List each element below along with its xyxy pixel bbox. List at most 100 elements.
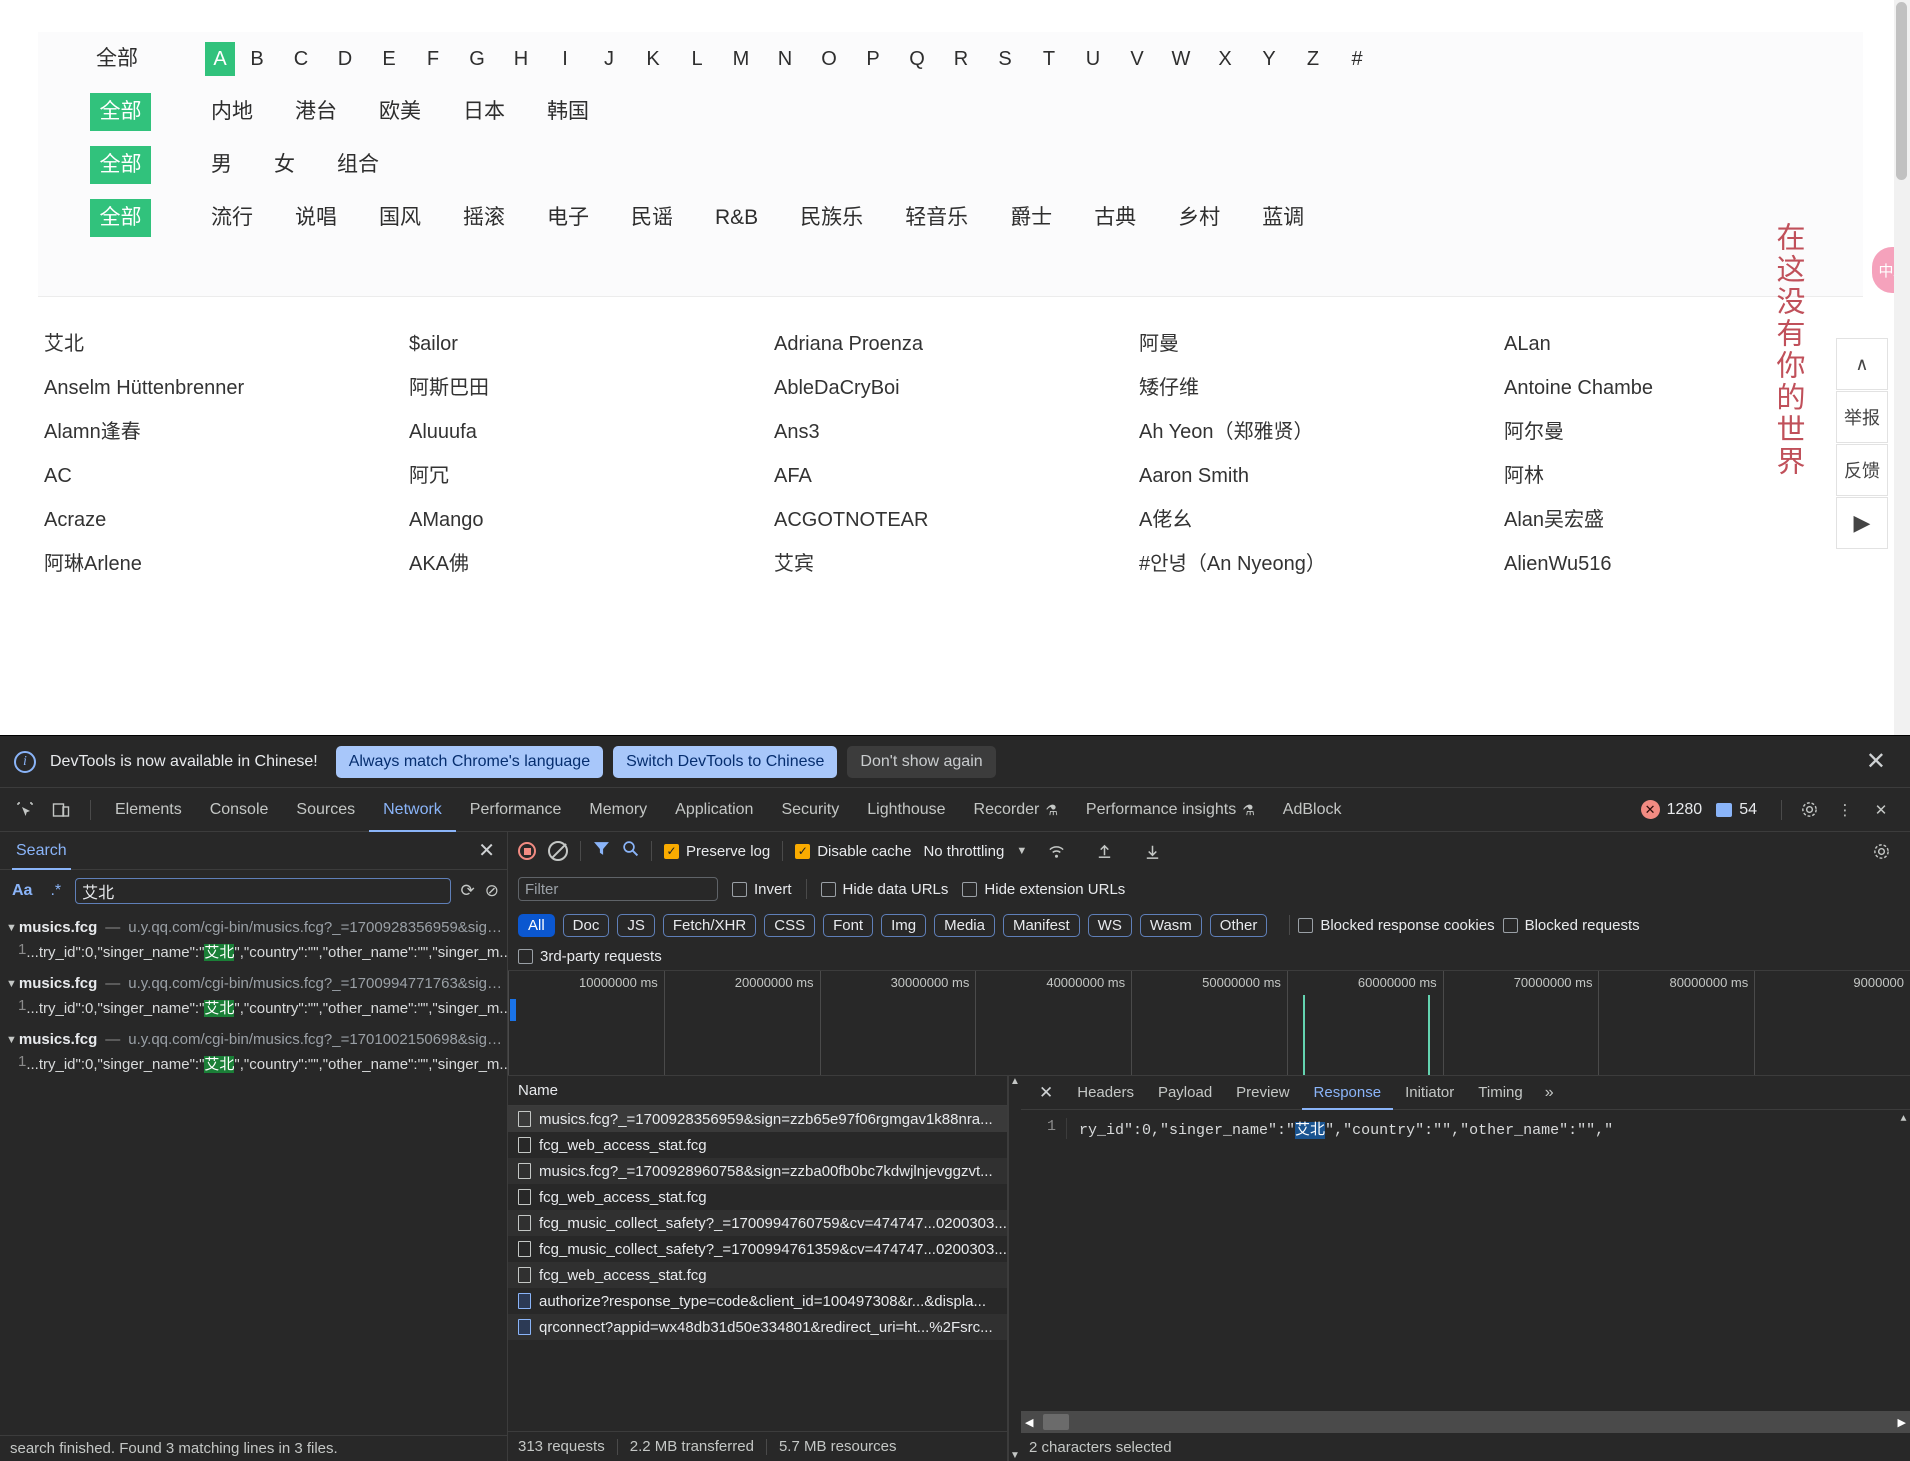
- letter-filter-k[interactable]: K: [631, 42, 675, 76]
- chevron-down-icon[interactable]: ▼: [1016, 845, 1027, 857]
- scroll-down-icon[interactable]: ▼: [1010, 1450, 1020, 1461]
- artist-link[interactable]: 阿斯巴田: [403, 366, 768, 410]
- artist-link[interactable]: Ans3: [768, 410, 1133, 454]
- devtools-tab-security[interactable]: Security: [767, 788, 853, 832]
- request-row[interactable]: fcg_web_access_stat.fcg: [508, 1262, 1007, 1288]
- network-settings-icon[interactable]: [1864, 834, 1898, 868]
- detail-tab-response[interactable]: Response: [1302, 1076, 1394, 1110]
- artist-link[interactable]: A佬幺: [1133, 498, 1498, 542]
- request-row[interactable]: fcg_music_collect_safety?_=1700994760759…: [508, 1210, 1007, 1236]
- genre-filter-11[interactable]: 乡村: [1172, 201, 1226, 235]
- search-icon[interactable]: [622, 840, 639, 862]
- letter-filter-e[interactable]: E: [367, 42, 411, 76]
- preserve-log-checkbox[interactable]: ✓ Preserve log: [664, 843, 770, 860]
- dont-show-again-button[interactable]: Don't show again: [847, 745, 996, 778]
- letter-filter-h[interactable]: H: [499, 42, 543, 76]
- gear-icon[interactable]: [1792, 793, 1826, 827]
- filter-icon[interactable]: [593, 840, 610, 862]
- region-filter-3[interactable]: 日本: [457, 95, 511, 129]
- letter-filter-p[interactable]: P: [851, 42, 895, 76]
- artist-link[interactable]: 阿林: [1498, 454, 1863, 498]
- artist-link[interactable]: 阿冗: [403, 454, 768, 498]
- search-input[interactable]: [75, 878, 451, 904]
- devtools-tab-recorder[interactable]: Recorder ⚗: [960, 788, 1072, 832]
- type-filter-fetch-xhr[interactable]: Fetch/XHR: [662, 913, 757, 937]
- hide-data-urls-checkbox[interactable]: Hide data URLs: [820, 881, 948, 898]
- artist-link[interactable]: AlienWu516: [1498, 542, 1863, 586]
- devtools-tab-application[interactable]: Application: [661, 788, 767, 832]
- close-icon[interactable]: ✕: [1866, 747, 1896, 776]
- overview-selection-handle[interactable]: [510, 999, 516, 1021]
- region-filter-4[interactable]: 韩国: [541, 95, 595, 129]
- artist-link[interactable]: Aluuufa: [403, 410, 768, 454]
- letter-filter-m[interactable]: M: [719, 42, 763, 76]
- devtools-tab-sources[interactable]: Sources: [282, 788, 369, 832]
- blocked-requests-checkbox[interactable]: Blocked requests: [1502, 917, 1640, 934]
- disable-cache-checkbox[interactable]: ✓ Disable cache: [795, 843, 911, 860]
- feedback-button[interactable]: 反馈: [1836, 444, 1888, 496]
- search-result-line[interactable]: 1 ...try_id":0,"singer_name":"艾北","countr…: [0, 939, 507, 972]
- type-filter-media[interactable]: Media: [934, 913, 995, 937]
- artist-link[interactable]: ACGOTNOTEAR: [768, 498, 1133, 542]
- scroll-left-icon[interactable]: ◀: [1025, 1416, 1033, 1429]
- genre-filter-8[interactable]: 轻音乐: [899, 201, 974, 235]
- genre-filter-9[interactable]: 爵士: [1004, 201, 1058, 235]
- type-filter-wasm[interactable]: Wasm: [1139, 913, 1202, 937]
- genre-filter-all[interactable]: 全部: [90, 198, 151, 237]
- request-list-scrollbar[interactable]: ▲ ▼: [1008, 1076, 1021, 1461]
- detail-tab-preview[interactable]: Preview: [1224, 1076, 1301, 1110]
- devtools-tab-elements[interactable]: Elements: [101, 788, 196, 832]
- letter-filter-s[interactable]: S: [983, 42, 1027, 76]
- throttling-select[interactable]: No throttling: [923, 843, 1004, 860]
- letter-filter-t[interactable]: T: [1027, 42, 1071, 76]
- letter-filter-q[interactable]: Q: [895, 42, 939, 76]
- search-close-icon[interactable]: ✕: [478, 838, 495, 863]
- letter-filter-c[interactable]: C: [279, 42, 323, 76]
- artist-link[interactable]: AC: [38, 454, 403, 498]
- devtools-tab-performance-insights[interactable]: Performance insights ⚗: [1072, 788, 1269, 832]
- search-result-group[interactable]: ▼ musics.fcg — u.y.qq.com/cgi-bin/musics.fc…: [0, 1028, 507, 1084]
- artist-link[interactable]: $ailor: [403, 322, 768, 366]
- detail-tab-payload[interactable]: Payload: [1146, 1076, 1224, 1110]
- genre-filter-6[interactable]: R&B: [709, 201, 764, 235]
- device-toolbar-icon[interactable]: [44, 793, 78, 827]
- chevron-down-icon[interactable]: ▼: [6, 1034, 17, 1046]
- gender-filter-2[interactable]: 组合: [331, 148, 385, 182]
- artist-link[interactable]: Alan吴宏盛: [1498, 498, 1863, 542]
- type-filter-all[interactable]: All: [518, 913, 555, 937]
- gender-filter-0[interactable]: 男: [205, 148, 238, 182]
- search-result-file[interactable]: ▼ musics.fcg — u.y.qq.com/cgi-bin/musics.fc…: [0, 916, 507, 939]
- letter-filter-all[interactable]: 全部: [90, 42, 144, 76]
- type-filter-img[interactable]: Img: [881, 913, 927, 937]
- letter-filter-d[interactable]: D: [323, 42, 367, 76]
- devtools-tab-network[interactable]: Network: [369, 788, 456, 832]
- detail-tab-timing[interactable]: Timing: [1466, 1076, 1534, 1110]
- scroll-up-icon[interactable]: ▲: [1010, 1076, 1020, 1087]
- artist-link[interactable]: AMango: [403, 498, 768, 542]
- letter-filter-n[interactable]: N: [763, 42, 807, 76]
- region-filter-2[interactable]: 欧美: [373, 95, 427, 129]
- error-counter[interactable]: ✕ 1280: [1640, 800, 1702, 819]
- search-result-group[interactable]: ▼ musics.fcg — u.y.qq.com/cgi-bin/musics.fc…: [0, 972, 507, 1028]
- letter-filter-l[interactable]: L: [675, 42, 719, 76]
- letter-filter-w[interactable]: W: [1159, 42, 1203, 76]
- artist-link[interactable]: Adriana Proenza: [768, 322, 1133, 366]
- artist-link[interactable]: Acraze: [38, 498, 403, 542]
- back-to-top-button[interactable]: ∧: [1836, 338, 1888, 390]
- detail-tab-initiator[interactable]: Initiator: [1393, 1076, 1466, 1110]
- clear-search-icon[interactable]: ⊘: [485, 881, 499, 901]
- letter-filter-a[interactable]: A: [205, 41, 235, 76]
- more-options-icon[interactable]: ⋮: [1828, 793, 1862, 827]
- genre-filter-10[interactable]: 古典: [1088, 201, 1142, 235]
- response-code[interactable]: ry_id":0,"singer_name":"艾北","country":""…: [1067, 1118, 1613, 1139]
- letter-filter-i[interactable]: I: [543, 42, 587, 76]
- letter-filter-g[interactable]: G: [455, 42, 499, 76]
- gender-filter-1[interactable]: 女: [268, 148, 301, 182]
- request-row[interactable]: fcg_music_collect_safety?_=1700994761359…: [508, 1236, 1007, 1262]
- artist-link[interactable]: 艾宾: [768, 542, 1133, 586]
- message-counter[interactable]: 54: [1716, 801, 1757, 819]
- search-tab[interactable]: Search: [12, 832, 71, 870]
- letter-filter-v[interactable]: V: [1115, 42, 1159, 76]
- type-filter-font[interactable]: Font: [823, 913, 874, 937]
- scroll-right-icon[interactable]: ▶: [1898, 1416, 1906, 1429]
